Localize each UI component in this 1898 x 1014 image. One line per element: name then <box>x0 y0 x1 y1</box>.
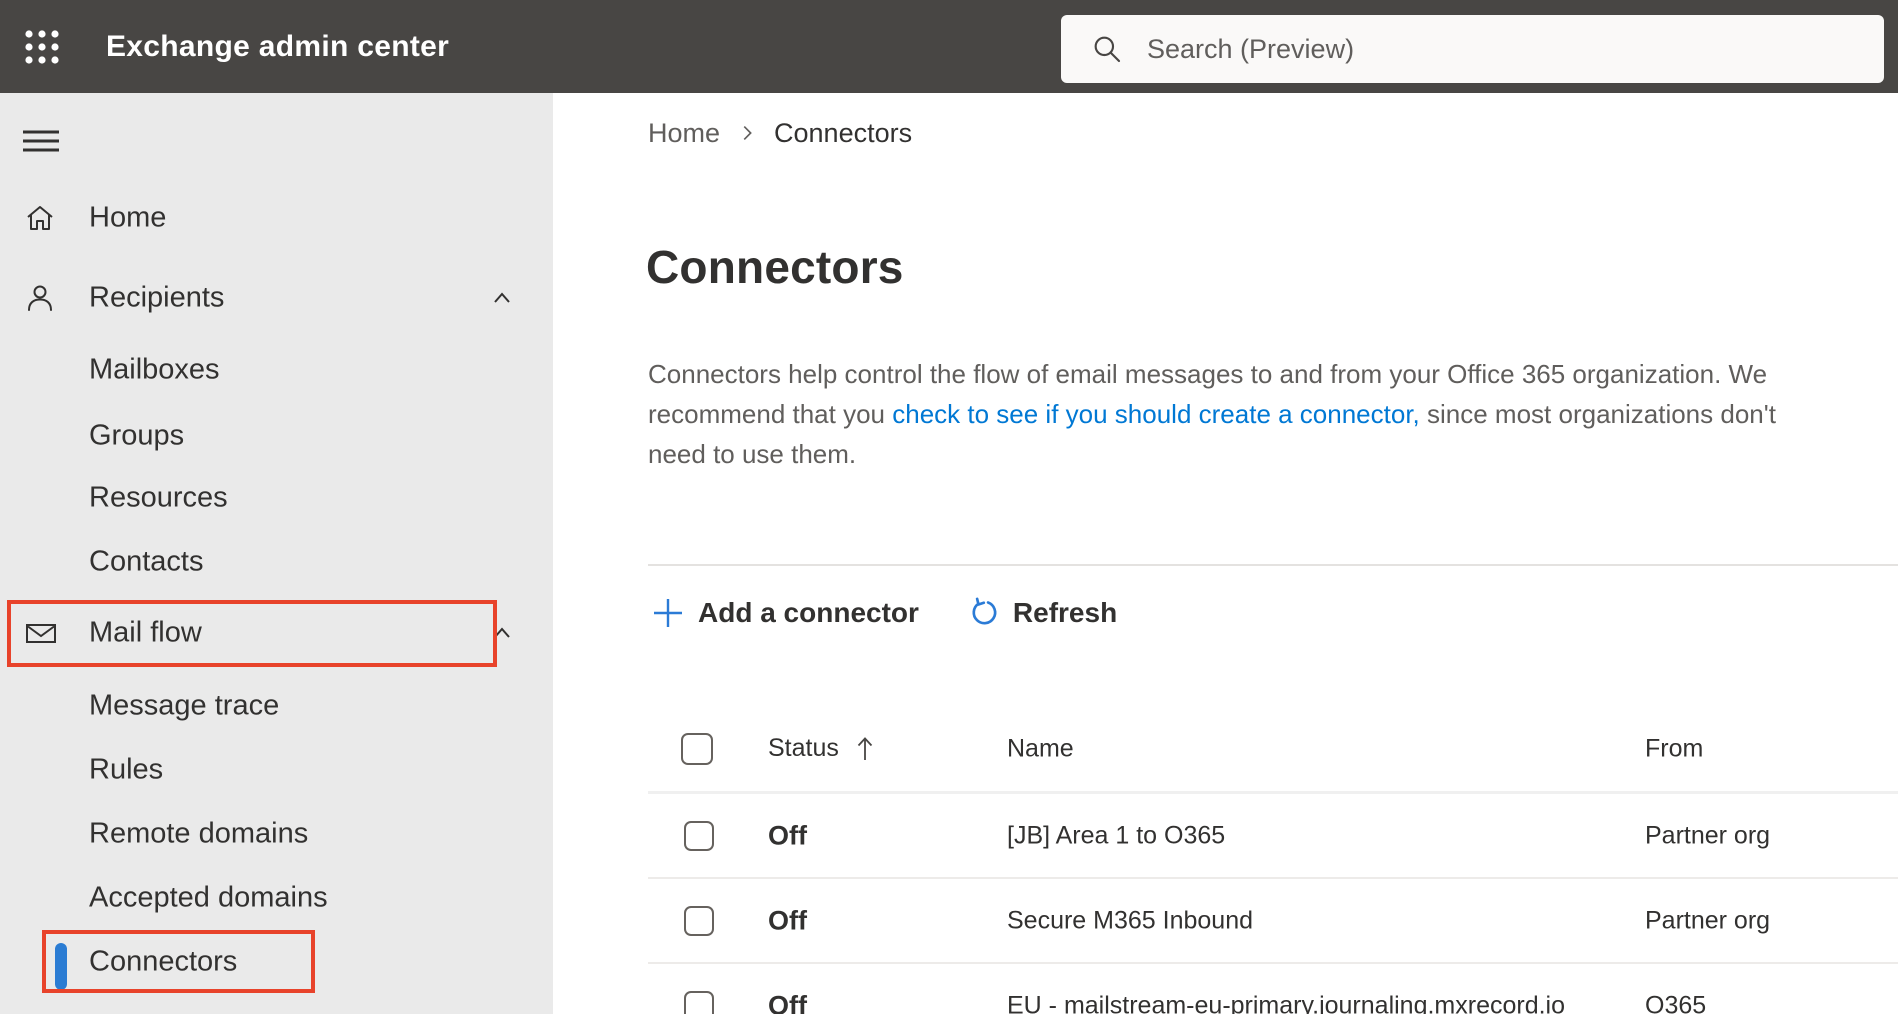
sidebar-item-label: Groups <box>89 419 185 452</box>
search-icon <box>1094 36 1121 63</box>
row-checkbox[interactable] <box>684 990 714 1014</box>
from-cell: O365 <box>1645 991 1707 1014</box>
sidebar-item-home[interactable]: Home <box>0 186 553 250</box>
row-checkbox[interactable] <box>684 905 714 936</box>
sidebar-item-label: Contacts <box>89 545 204 578</box>
chevron-right-icon <box>736 122 758 144</box>
home-icon <box>24 202 56 234</box>
nav-collapse-button[interactable] <box>22 129 60 153</box>
sidebar-item-label: Home <box>89 201 167 234</box>
row-checkbox[interactable] <box>684 820 714 851</box>
name-cell: Secure M365 Inbound <box>1007 906 1254 934</box>
top-app-bar: Exchange admin center <box>0 0 1898 93</box>
column-header-label: Status <box>768 734 839 762</box>
sort-ascending-icon <box>857 736 873 760</box>
sidebar-item-groups[interactable]: Groups <box>0 404 553 468</box>
from-cell: Partner org <box>1645 821 1771 849</box>
plus-icon <box>654 599 682 627</box>
waffle-icon <box>25 30 59 64</box>
search-box[interactable] <box>1061 15 1884 83</box>
refresh-label: Refresh <box>1012 597 1118 628</box>
sidebar-item-mailboxes[interactable]: Mailboxes <box>0 338 553 402</box>
name-cell: EU - mailstream-eu-primary.journaling.mx… <box>1007 991 1566 1014</box>
page-title: Connectors <box>646 241 904 293</box>
hamburger-icon <box>23 130 59 152</box>
person-icon <box>24 282 56 314</box>
column-header-name[interactable]: Name <box>1007 734 1074 763</box>
description-text: Connectors help control the flow of emai… <box>648 359 1768 389</box>
sidebar-item-label: Recipients <box>89 281 225 314</box>
refresh-icon <box>972 597 997 625</box>
description-text: since most organizations don't <box>1419 399 1776 429</box>
sidebar-item-label: Mail flow <box>89 616 202 649</box>
status-cell: Off <box>768 820 807 850</box>
sidebar-item-label: Mailboxes <box>89 353 220 386</box>
add-connector-label: Add a connector <box>698 597 919 628</box>
select-all-checkbox[interactable] <box>681 732 713 765</box>
table-row[interactable]: Off Secure M365 Inbound Partner org <box>0 878 1898 963</box>
check-connector-link[interactable]: check to see if you should create a conn… <box>892 399 1420 429</box>
column-header-status[interactable]: Status <box>768 734 875 764</box>
page-description: Connectors help control the flow of emai… <box>648 354 1898 474</box>
command-bar: Add a connector Refresh <box>652 588 1117 638</box>
table-row[interactable]: Off EU - mailstream-eu-primary.journalin… <box>0 963 1898 1014</box>
sidebar-item-resources[interactable]: Resources <box>0 466 553 530</box>
sidebar-item-recipients[interactable]: Recipients <box>0 266 553 330</box>
status-cell: Off <box>768 905 807 935</box>
refresh-button[interactable]: Refresh <box>967 597 1117 629</box>
exchange-admin-center-app: Exchange admin center Ho <box>0 0 1898 1014</box>
from-cell: Partner org <box>1645 906 1771 934</box>
breadcrumb: Home Connectors <box>648 116 912 150</box>
column-header-from[interactable]: From <box>1645 734 1703 763</box>
description-text: recommend that you <box>648 399 893 429</box>
add-connector-button[interactable]: Add a connector <box>652 597 919 629</box>
breadcrumb-home-link[interactable]: Home <box>648 118 720 149</box>
sidebar-item-contacts[interactable]: Contacts <box>0 530 553 594</box>
status-cell: Off <box>768 990 807 1014</box>
name-cell: [JB] Area 1 to O365 <box>1007 821 1226 849</box>
description-line: need to use them. <box>648 434 1898 474</box>
table-row[interactable]: Off [JB] Area 1 to O365 Partner org <box>0 793 1898 878</box>
sidebar-item-mail-flow[interactable]: Mail flow <box>0 601 553 665</box>
sidebar-item-label: Resources <box>89 481 228 514</box>
description-text: need to use them. <box>648 439 857 469</box>
description-line: recommend that you check to see if you s… <box>648 394 1898 434</box>
chevron-up-icon[interactable] <box>488 619 516 647</box>
toolbar-top-divider <box>648 564 1898 566</box>
app-title: Exchange admin center <box>106 29 450 63</box>
chevron-up-icon[interactable] <box>488 284 516 312</box>
table-header-row: Status Name From <box>0 706 1898 791</box>
envelope-icon <box>24 617 56 649</box>
breadcrumb-current: Connectors <box>774 117 913 148</box>
app-launcher-button[interactable] <box>16 22 68 72</box>
search-input[interactable] <box>1147 33 1884 65</box>
description-line: Connectors help control the flow of emai… <box>648 354 1898 394</box>
